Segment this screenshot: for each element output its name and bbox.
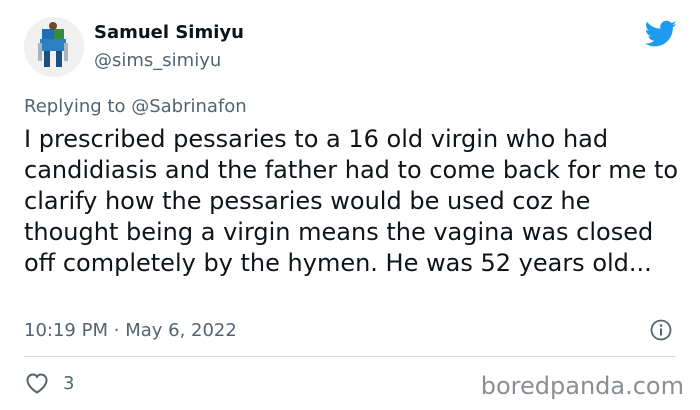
watermark: boredpanda.com [480,372,684,400]
tweet-timestamp[interactable]: 10:19 PM · May 6, 2022 [24,320,237,341]
tweet-text: I prescribed pessaries to a 16 old virgi… [24,125,679,277]
replying-prefix: Replying to [24,96,126,117]
meta-separator: · [113,320,120,341]
like-count: 3 [63,373,75,394]
reply-mention[interactable]: @Sabrinafon [131,96,246,117]
divider [24,356,676,357]
tweet-date: May 6, 2022 [125,320,237,341]
heart-icon[interactable] [24,371,50,395]
avatar[interactable] [24,17,84,77]
replying-to: Replying to @Sabrinafon [24,96,247,117]
twitter-bird-icon[interactable] [645,20,677,48]
author-name[interactable]: Samuel Simiyu [94,22,244,43]
tweet-card: Samuel Simiyu @sims_simiyu Replying to @… [0,0,700,410]
author-handle[interactable]: @sims_simiyu [94,50,221,71]
info-icon[interactable] [650,319,672,341]
tweet-time: 10:19 PM [24,320,108,341]
